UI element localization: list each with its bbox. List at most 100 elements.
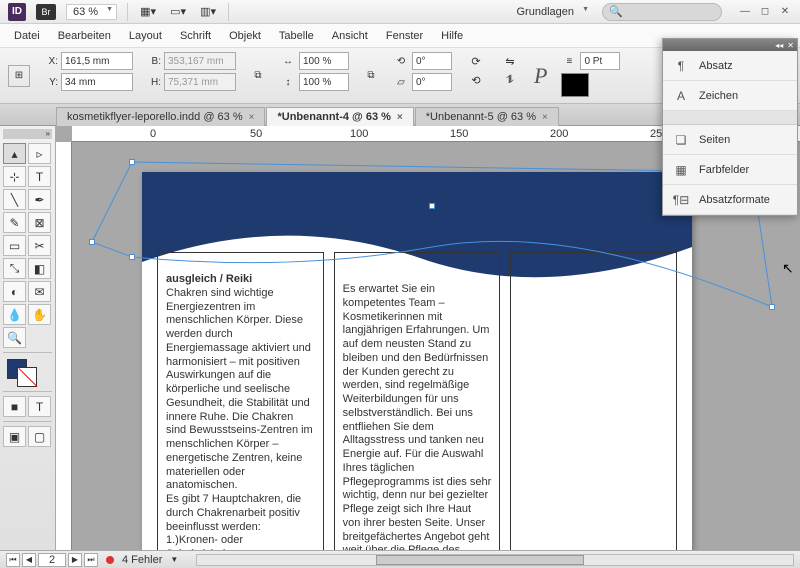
anchor-point[interactable] — [769, 304, 775, 310]
y-input[interactable] — [61, 73, 133, 91]
apply-color-button[interactable]: ■ — [3, 396, 26, 417]
scissors-tool[interactable]: ✂ — [28, 235, 51, 256]
page[interactable]: ausgleich / ReikiChakren sind wichtige E… — [142, 172, 692, 550]
first-page-button[interactable]: ⏮ — [6, 553, 20, 567]
gradient-feather-tool[interactable]: ◐ — [3, 281, 26, 302]
width-input[interactable] — [164, 52, 236, 70]
fill-stroke-swatch[interactable] — [3, 359, 52, 387]
stroke-swatch[interactable] — [17, 367, 37, 387]
rectangle-frame-tool[interactable]: ⊠ — [28, 212, 51, 233]
prev-page-button[interactable]: ◀ — [22, 553, 36, 567]
anchor-point[interactable] — [129, 159, 135, 165]
panel-header[interactable]: ◂◂ ✕ — [663, 39, 797, 51]
arrange-icon[interactable]: ▥▾ — [198, 3, 218, 21]
page-tool[interactable]: ⊹ — [3, 166, 26, 187]
constrain-scale-icon[interactable]: ⧉ — [363, 68, 379, 84]
height-input[interactable] — [164, 73, 236, 91]
panel-seiten[interactable]: ❏Seiten — [663, 125, 797, 155]
menu-layout[interactable]: Layout — [129, 30, 162, 42]
tab-unbenannt-4[interactable]: *Unbenannt-4 @ 63 %× — [266, 107, 413, 126]
column-3[interactable] — [510, 252, 677, 550]
rotate-input[interactable] — [412, 52, 452, 70]
shear-input[interactable] — [412, 73, 452, 91]
scale-y-input[interactable] — [299, 73, 349, 91]
stroke-style-dropdown[interactable] — [561, 73, 589, 97]
search-input[interactable]: 🔍 — [602, 3, 722, 21]
rectangle-tool[interactable]: ▭ — [3, 235, 26, 256]
error-indicator-icon[interactable] — [106, 556, 114, 564]
eyedropper-tool[interactable]: 💧 — [3, 304, 26, 325]
close-tab-icon[interactable]: × — [249, 112, 255, 123]
search-icon: 🔍 — [609, 5, 623, 18]
anchor-point[interactable] — [129, 254, 135, 260]
free-transform-tool[interactable]: ⤡ — [3, 258, 26, 279]
menu-fenster[interactable]: Fenster — [386, 30, 423, 42]
menu-hilfe[interactable]: Hilfe — [441, 30, 463, 42]
screen-mode-icon[interactable]: ▭▾ — [168, 3, 188, 21]
panel-absatzformate[interactable]: ¶⊟Absatzformate — [663, 185, 797, 215]
gradient-swatch-tool[interactable]: ◧ — [28, 258, 51, 279]
toolbox-header[interactable]: » — [3, 129, 52, 139]
error-count[interactable]: 4 Fehler — [122, 554, 162, 566]
close-tab-icon[interactable]: × — [397, 112, 403, 123]
last-page-button[interactable]: ⏭ — [84, 553, 98, 567]
anchor-point[interactable] — [89, 239, 95, 245]
close-panel-icon[interactable]: ✕ — [787, 41, 794, 50]
app-titlebar: ID Br 63 % ▦▾ ▭▾ ▥▾ Grundlagen 🔍 — ◻ ✕ — [0, 0, 800, 24]
rotate-ccw-icon[interactable]: ⟲ — [466, 71, 486, 89]
next-page-button[interactable]: ▶ — [68, 553, 82, 567]
minimize-button[interactable]: — — [738, 5, 752, 19]
anchor-point[interactable] — [429, 203, 435, 209]
stroke-input[interactable] — [580, 52, 620, 70]
status-dropdown-icon[interactable]: ▼ — [170, 555, 178, 564]
collapse-icon[interactable]: ◂◂ — [775, 41, 783, 50]
flip-h-icon[interactable]: ⇋ — [500, 52, 520, 70]
formatting-text-button[interactable]: T — [28, 396, 51, 417]
scale-x-input[interactable] — [299, 52, 349, 70]
tab-kosmetikflyer[interactable]: kosmetikflyer-leporello.indd @ 63 %× — [56, 107, 265, 126]
separator — [127, 3, 128, 21]
indesign-logo-icon: ID — [8, 3, 26, 21]
zoom-tool[interactable]: 🔍 — [3, 327, 26, 348]
x-input[interactable] — [61, 52, 133, 70]
close-tab-icon[interactable]: × — [542, 112, 548, 123]
view-options-icon[interactable]: ▦▾ — [138, 3, 158, 21]
preview-view-button[interactable]: ▢ — [28, 426, 51, 447]
normal-view-button[interactable]: ▣ — [3, 426, 26, 447]
direct-selection-tool[interactable]: ▹ — [28, 143, 51, 164]
menu-objekt[interactable]: Objekt — [229, 30, 261, 42]
pencil-tool[interactable]: ✎ — [3, 212, 26, 233]
hand-tool[interactable]: ✋ — [28, 304, 51, 325]
selection-tool[interactable]: ▴ — [3, 143, 26, 164]
zoom-dropdown[interactable]: 63 % — [66, 4, 117, 20]
menu-schrift[interactable]: Schrift — [180, 30, 211, 42]
bridge-icon[interactable]: Br — [36, 4, 56, 20]
column-1[interactable]: ausgleich / ReikiChakren sind wichtige E… — [157, 252, 324, 550]
flip-v-icon[interactable]: ⥮ — [500, 71, 520, 89]
menu-tabelle[interactable]: Tabelle — [279, 30, 314, 42]
line-tool[interactable]: ╲ — [3, 189, 26, 210]
panel-farbfelder[interactable]: ▦Farbfelder — [663, 155, 797, 185]
type-tool[interactable]: T — [28, 166, 51, 187]
constrain-icon[interactable]: ⧉ — [250, 68, 266, 84]
vertical-ruler[interactable] — [56, 142, 72, 550]
note-tool[interactable]: ✉ — [28, 281, 51, 302]
rotate-cw-icon[interactable]: ⟳ — [466, 52, 486, 70]
maximize-button[interactable]: ◻ — [758, 5, 772, 19]
tab-unbenannt-5[interactable]: *Unbenannt-5 @ 63 %× — [415, 107, 559, 126]
panel-zeichen[interactable]: AZeichen — [663, 81, 797, 111]
panel-absatz[interactable]: ¶Absatz — [663, 51, 797, 81]
text-columns: ausgleich / ReikiChakren sind wichtige E… — [157, 252, 677, 550]
column-2[interactable]: Es erwartet Sie ein kompetentes Team – K… — [334, 252, 501, 550]
menu-ansicht[interactable]: Ansicht — [332, 30, 368, 42]
horizontal-scrollbar[interactable] — [196, 554, 794, 566]
menu-datei[interactable]: Datei — [14, 30, 40, 42]
menu-bearbeiten[interactable]: Bearbeiten — [58, 30, 111, 42]
character-icon: A — [673, 88, 689, 104]
pen-tool[interactable]: ✒ — [28, 189, 51, 210]
scrollbar-thumb[interactable] — [376, 555, 585, 565]
close-button[interactable]: ✕ — [778, 5, 792, 19]
workspace-dropdown[interactable]: Grundlagen — [511, 4, 593, 20]
page-number-input[interactable]: 2 — [38, 553, 66, 567]
reference-point-icon[interactable]: ⊞ — [8, 65, 30, 87]
